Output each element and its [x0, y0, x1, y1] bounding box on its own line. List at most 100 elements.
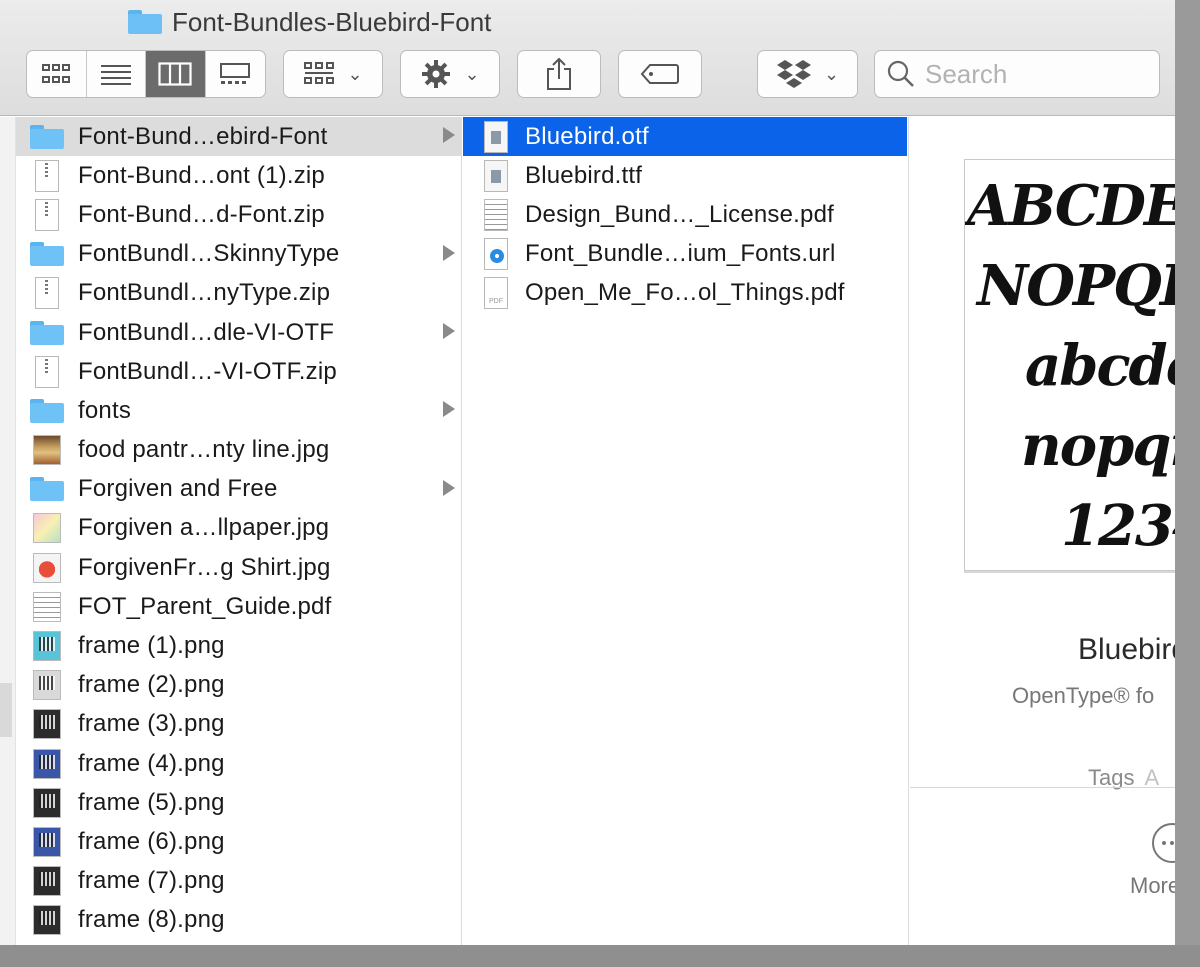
glyph-line: ABCDEFG [967, 173, 1175, 239]
chevron-down-icon: ⌄ [464, 63, 480, 84]
url-file-icon [479, 238, 513, 271]
list-item[interactable]: PDF Open_Me_Fo…ol_Things.pdf [463, 274, 908, 313]
item-name: food pantr…nty line.jpg [78, 436, 330, 464]
zip-file-icon [30, 277, 64, 310]
list-icon [100, 65, 131, 85]
list-item[interactable]: frame (6).png [16, 822, 461, 861]
list-item[interactable]: fonts [16, 391, 461, 430]
list-item[interactable]: frame (1).png [16, 626, 461, 665]
browser-column-1: Font-Bund…ebird-Font Font-Bund…ont (1).z… [16, 117, 462, 945]
list-item[interactable]: Font_Bundle…ium_Fonts.url [463, 235, 908, 274]
item-name: Font_Bundle…ium_Fonts.url [525, 240, 836, 268]
gallery-icon [220, 63, 251, 84]
glyph-sample: ABCDEFG NOPQRST abcdefg nopqrst 12345 [965, 166, 1175, 566]
list-item[interactable]: frame (4).png [16, 744, 461, 783]
item-name: Font-Bund…ont (1).zip [78, 161, 325, 189]
tags-button[interactable] [618, 50, 702, 98]
desktop-background-bottom [0, 945, 1200, 967]
zip-file-icon [30, 159, 64, 192]
disclosure-arrow-icon [443, 479, 455, 496]
list-item[interactable]: FontBundl…nyType.zip [16, 274, 461, 313]
item-name: frame (3).png [78, 710, 225, 738]
qr-image-icon [30, 904, 64, 936]
gear-icon [422, 60, 451, 88]
list-item[interactable]: frame (5).png [16, 783, 461, 822]
font-file-icon [479, 120, 513, 153]
qr-image-icon [30, 787, 64, 819]
item-name: frame (2).png [78, 671, 225, 699]
image-thumbnail-icon [30, 512, 64, 544]
item-name: FontBundl…SkinnyType [78, 240, 340, 268]
preview-pane: ABCDEFG NOPQRST abcdefg nopqrst 12345 Bl… [910, 117, 1175, 945]
item-name: frame (4).png [78, 749, 225, 777]
column-view-button[interactable] [146, 51, 206, 97]
more-label[interactable]: More [1130, 873, 1175, 899]
list-item[interactable]: Bluebird.otf [463, 117, 907, 157]
sidebar-edge [0, 117, 16, 945]
group-icon [304, 62, 335, 84]
search-field[interactable] [874, 50, 1160, 98]
chevron-down-icon: ⌄ [347, 63, 363, 84]
font-preview-image: ABCDEFG NOPQRST abcdefg nopqrst 12345 [964, 159, 1175, 571]
pdf-thumbnail-icon [30, 591, 64, 623]
dropbox-button[interactable]: ⌄ [757, 50, 858, 98]
qr-image-icon [30, 708, 64, 740]
list-item[interactable]: Forgiven and Free [16, 470, 461, 509]
list-item[interactable]: FOT_Parent_Guide.pdf [16, 587, 461, 626]
group-by-button[interactable]: ⌄ [283, 50, 383, 98]
list-item[interactable]: Design_Bund…_License.pdf [463, 195, 908, 234]
list-item[interactable]: Font-Bund…d-Font.zip [16, 195, 461, 234]
item-name: frame (7).png [78, 867, 225, 895]
tag-icon [640, 64, 679, 84]
disclosure-arrow-icon [443, 401, 455, 418]
qr-image-icon [30, 630, 64, 662]
list-item[interactable]: FontBundl…-VI-OTF.zip [16, 352, 461, 391]
browser-column-2: Bluebird.otf Bluebird.ttf Design_Bund…_L… [463, 117, 909, 945]
image-thumbnail-icon [30, 434, 64, 466]
item-name: Forgiven and Free [78, 475, 278, 503]
folder-icon [30, 317, 64, 349]
item-name: frame (8).png [78, 906, 225, 934]
preview-file-name: Bluebird [1078, 633, 1175, 666]
folder-icon [30, 238, 64, 270]
list-item[interactable]: frame (2).png [16, 666, 461, 705]
item-name: Open_Me_Fo…ol_Things.pdf [525, 279, 845, 307]
icon-view-button[interactable] [27, 51, 87, 97]
gallery-view-button[interactable] [206, 51, 266, 97]
list-item[interactable]: FontBundl…dle-VI-OTF [16, 313, 461, 352]
sidebar-resize-handle[interactable] [0, 683, 12, 737]
qr-image-icon [30, 748, 64, 780]
folder-icon [30, 121, 64, 153]
list-item[interactable]: Font-Bund…ont (1).zip [16, 156, 461, 195]
item-name: Bluebird.ttf [525, 161, 643, 189]
item-name: Forgiven a…llpaper.jpg [78, 514, 330, 542]
grid-icon [42, 64, 71, 83]
list-item[interactable]: Forgiven a…llpaper.jpg [16, 509, 461, 548]
glyph-line: 12345 [1061, 493, 1175, 559]
action-button[interactable]: ⌄ [400, 50, 500, 98]
item-name: FontBundl…dle-VI-OTF [78, 318, 335, 346]
share-icon [547, 57, 571, 90]
list-item[interactable]: ForgivenFr…g Shirt.jpg [16, 548, 461, 587]
view-mode-control [26, 50, 266, 98]
more-icon[interactable] [1152, 823, 1175, 863]
item-name: frame (1).png [78, 632, 225, 660]
finder-window: Font-Bundles-Bluebird-Font ⌄ ⌄ ⌄ Search … [0, 0, 1175, 945]
search-input[interactable] [925, 58, 1145, 90]
preview-file-kind: OpenType® fo [1012, 683, 1155, 708]
list-item[interactable]: food pantr…nty line.jpg [16, 431, 461, 470]
disclosure-arrow-icon [443, 244, 455, 261]
list-item[interactable]: frame (7).png [16, 862, 461, 901]
list-item[interactable]: Bluebird.ttf [463, 156, 908, 195]
list-item[interactable]: Font-Bund…ebird-Font [16, 117, 461, 157]
item-name: ForgivenFr…g Shirt.jpg [78, 553, 331, 581]
list-item[interactable]: frame (8).png [16, 901, 461, 940]
share-button[interactable] [517, 50, 601, 98]
preview-divider [910, 787, 1175, 788]
list-item[interactable]: FontBundl…SkinnyType [16, 235, 461, 274]
list-view-button[interactable] [87, 51, 146, 97]
item-name: Design_Bund…_License.pdf [525, 200, 835, 228]
glyph-line: abcdefg [1025, 333, 1175, 399]
list-item[interactable]: frame (3).png [16, 705, 461, 744]
glyph-line: nopqrst [1021, 413, 1175, 479]
